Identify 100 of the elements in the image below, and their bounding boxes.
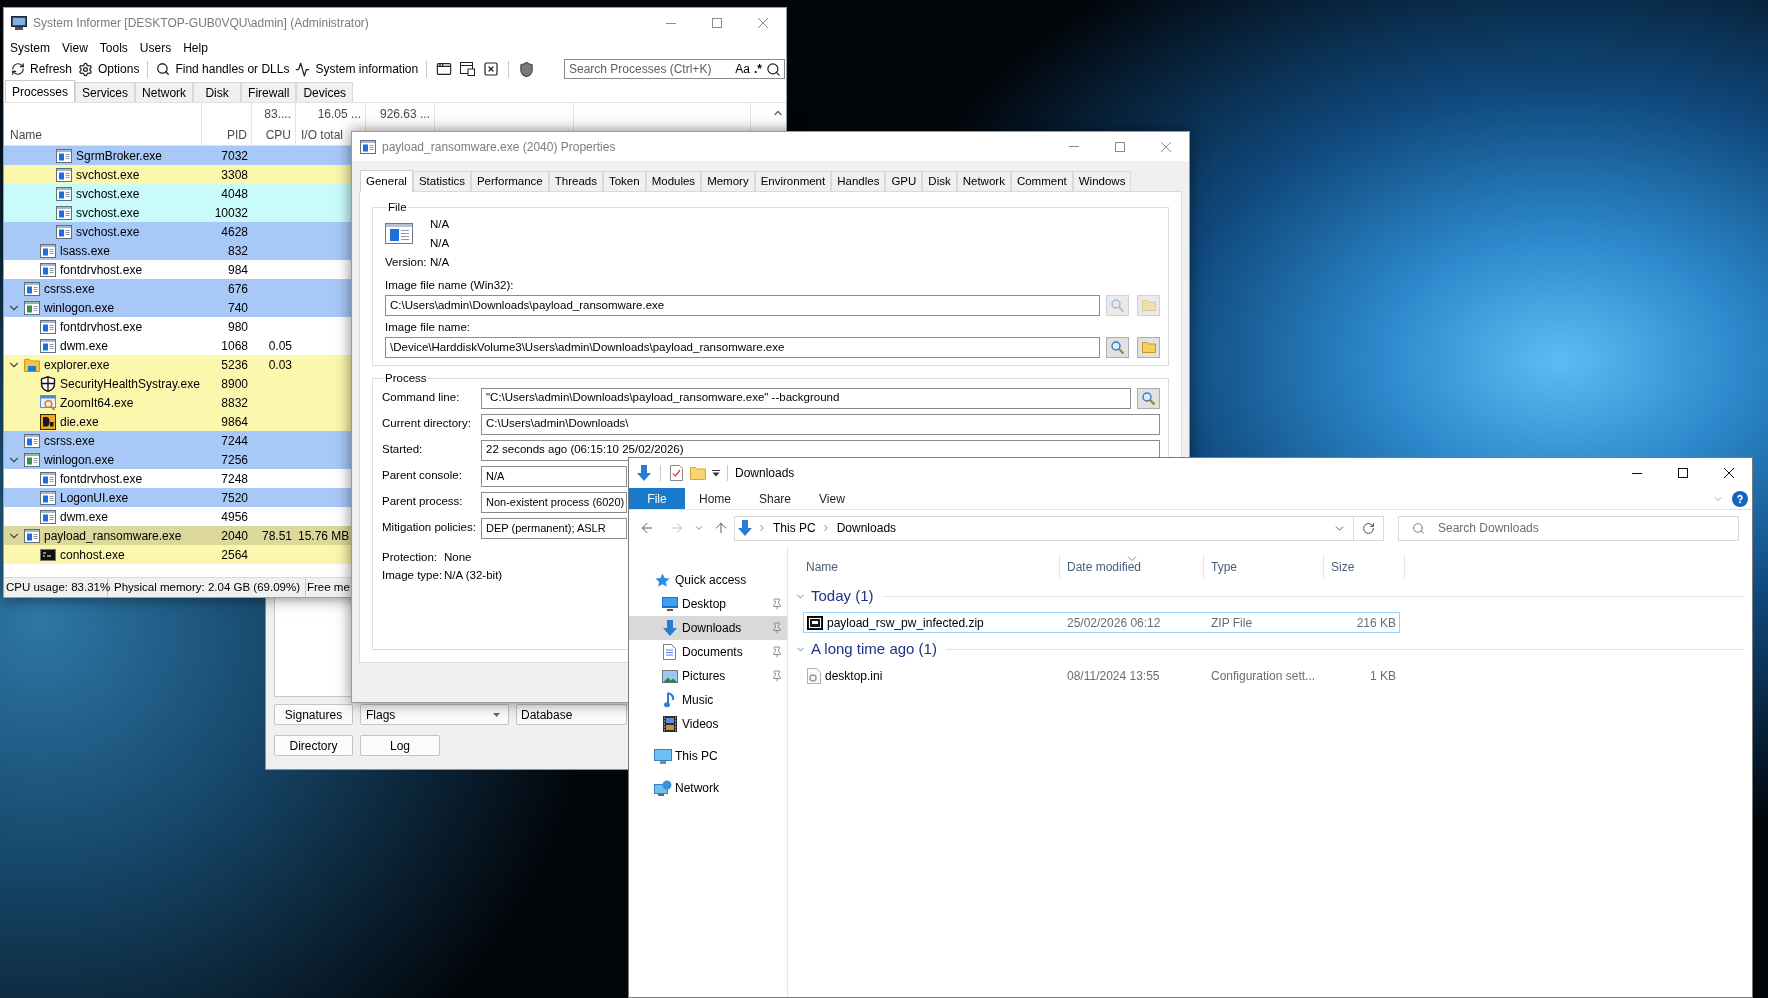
menu-item[interactable]: View: [56, 39, 94, 57]
tab[interactable]: Network: [135, 82, 194, 102]
tab[interactable]: Handles: [831, 171, 886, 191]
text-field[interactable]: Database: [516, 704, 627, 725]
match-case-toggle[interactable]: Aa: [733, 60, 752, 78]
process-row[interactable]: SecurityHealthSystray.exe 8900: [4, 374, 352, 393]
pin-icon[interactable]: [771, 670, 783, 682]
close-box-icon[interactable]: [483, 61, 500, 77]
ribbon-tab[interactable]: View: [805, 488, 859, 509]
process-row[interactable]: die.exe 9864: [4, 412, 352, 431]
text-field[interactable]: "C:\Users\admin\Downloads\payload_ransomware.exe" --background: [481, 387, 1131, 409]
column-header[interactable]: Name: [788, 555, 1060, 578]
tab[interactable]: Services: [75, 82, 136, 102]
tab[interactable]: Comment: [1010, 171, 1073, 191]
nav-item[interactable]: Desktop: [629, 592, 787, 616]
menu-item[interactable]: System: [4, 39, 56, 57]
search-field[interactable]: Search Downloads: [1398, 515, 1739, 541]
help-icon[interactable]: [1732, 490, 1748, 507]
search-button[interactable]: [1137, 387, 1160, 409]
nav-item[interactable]: Downloads: [629, 616, 787, 640]
folder-button[interactable]: [1137, 337, 1160, 358]
process-row[interactable]: payload_ransomware.exe 2040 78.51 15.76 MB: [4, 526, 352, 545]
text-field[interactable]: Non-existent process (6020): [481, 491, 627, 513]
process-row[interactable]: winlogon.exe 740: [4, 298, 352, 317]
minimize-icon[interactable]: [1632, 472, 1642, 474]
tab[interactable]: Memory: [701, 171, 755, 191]
search-icon[interactable]: [766, 61, 781, 77]
regex-toggle[interactable]: .*: [752, 60, 764, 78]
menu-item[interactable]: Help: [177, 39, 214, 57]
pin-icon[interactable]: [771, 646, 783, 658]
column-header[interactable]: Size: [1324, 555, 1405, 578]
column-header[interactable]: Name: [10, 125, 42, 144]
dialog-button[interactable]: Log: [360, 735, 440, 756]
dialog-button[interactable]: Directory: [274, 735, 353, 756]
nav-item[interactable]: This PC: [629, 744, 787, 768]
breadcrumb-item[interactable]: Downloads: [836, 519, 897, 537]
column-header[interactable]: Type: [1204, 555, 1324, 578]
find-handles-button[interactable]: Find handles or DLLs: [153, 59, 293, 79]
tab[interactable]: Devices: [296, 82, 354, 102]
process-row[interactable]: svchost.exe 4048: [4, 184, 352, 203]
tab[interactable]: GPU: [885, 171, 923, 191]
menu-item[interactable]: Tools: [93, 39, 134, 57]
file-row[interactable]: payload_rsw_pw_infected.zip 25/02/2026 06:12 ZIP File 216 KB: [803, 612, 1400, 633]
refresh-button[interactable]: Refresh: [8, 59, 76, 79]
pin-icon[interactable]: [771, 622, 783, 634]
nav-item[interactable]: Documents: [629, 640, 787, 664]
process-row[interactable]: ZoomIt64.exe 8832: [4, 393, 352, 412]
tab[interactable]: Token: [602, 171, 646, 191]
text-field[interactable]: C:\Users\admin\Downloads\payload_ransomware.exe: [385, 295, 1100, 316]
ribbon-tab[interactable]: Home: [685, 488, 745, 509]
text-field[interactable]: C:\Users\admin\Downloads\: [481, 413, 1160, 435]
column-header[interactable]: PID: [227, 125, 247, 144]
nav-item[interactable]: Network: [629, 776, 787, 800]
group-header[interactable]: A long time ago (1): [788, 640, 1744, 659]
group-header[interactable]: Today (1): [788, 587, 1744, 606]
tab[interactable]: Disk: [193, 82, 242, 102]
dialog-button[interactable]: Signatures: [274, 704, 353, 725]
text-field[interactable]: N/A: [481, 465, 627, 487]
tab[interactable]: Disk: [922, 171, 957, 191]
ribbon-tab[interactable]: Share: [745, 488, 806, 509]
text-field[interactable]: DEP (permanent); ASLR: [481, 517, 627, 539]
breadcrumb-item[interactable]: This PC: [773, 519, 816, 537]
process-row[interactable]: csrss.exe 7244: [4, 431, 352, 450]
menu-item[interactable]: Users: [133, 39, 178, 57]
column-header[interactable]: I/O total: [301, 125, 344, 144]
process-row[interactable]: csrss.exe 676: [4, 279, 352, 298]
refresh-button[interactable]: [1354, 515, 1384, 541]
file-row[interactable]: desktop.ini 08/11/2024 13:55 Configuration sett... 1 KB: [803, 665, 1400, 686]
tab[interactable]: Threads: [548, 171, 603, 191]
close-icon[interactable]: [1724, 468, 1734, 478]
process-row[interactable]: svchost.exe 10032: [4, 203, 352, 222]
folder-icon[interactable]: [690, 466, 706, 480]
dropdown-field[interactable]: Flags: [360, 704, 509, 725]
nav-item[interactable]: Videos: [629, 712, 787, 736]
window-icon[interactable]: [460, 62, 476, 76]
nav-item[interactable]: Quick access: [629, 568, 787, 592]
shield-icon[interactable]: [518, 60, 536, 78]
process-row[interactable]: SgrmBroker.exe 7032: [4, 146, 352, 165]
tab[interactable]: Statistics: [412, 171, 471, 191]
nav-item[interactable]: Pictures: [629, 664, 787, 688]
tab[interactable]: Windows: [1072, 171, 1132, 191]
address-bar[interactable]: This PC Downloads: [734, 515, 1354, 541]
process-row[interactable]: winlogon.exe 7256: [4, 450, 352, 469]
process-row[interactable]: svchost.exe 3308: [4, 165, 352, 184]
column-header[interactable]: CPU: [265, 125, 291, 144]
tab[interactable]: Environment: [754, 171, 832, 191]
nav-item[interactable]: Music: [629, 688, 787, 712]
column-header[interactable]: Date modified: [1060, 555, 1204, 578]
checklist-icon[interactable]: [670, 465, 683, 481]
process-row[interactable]: explorer.exe 5236 0.03: [4, 355, 352, 374]
tab[interactable]: Modules: [645, 171, 702, 191]
text-field[interactable]: \Device\HarddiskVolume3\Users\admin\Downloads\payload_ransomware.exe: [385, 337, 1100, 358]
file-menu-button[interactable]: File: [629, 488, 685, 509]
search-button[interactable]: [1106, 337, 1129, 358]
process-row[interactable]: conhost.exe 2564: [4, 545, 352, 564]
process-row[interactable]: LogonUI.exe 7520: [4, 488, 352, 507]
process-row[interactable]: lsass.exe 832: [4, 241, 352, 260]
pin-icon[interactable]: [771, 598, 783, 610]
process-row[interactable]: svchost.exe 4628: [4, 222, 352, 241]
search-field[interactable]: Search Processes (Ctrl+K) Aa .*: [564, 59, 785, 79]
